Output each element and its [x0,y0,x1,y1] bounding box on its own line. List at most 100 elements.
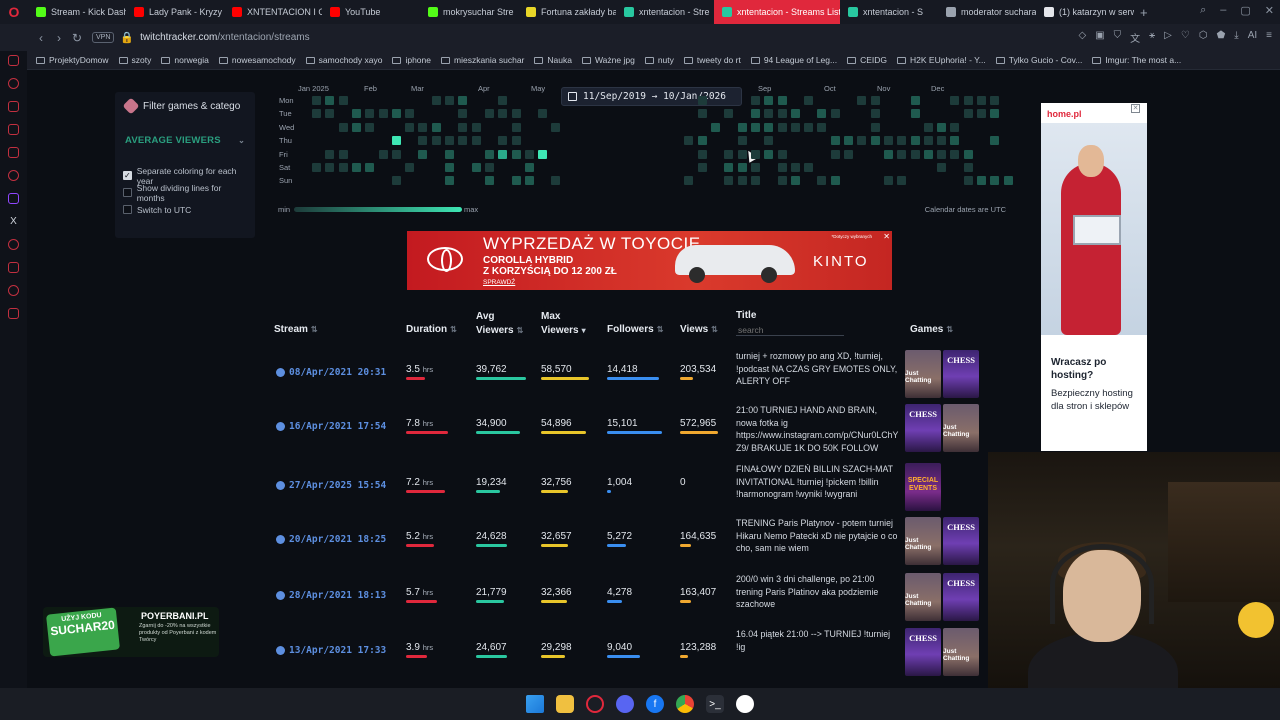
heatmap-cell[interactable] [445,136,454,146]
heatmap-cell[interactable] [750,122,760,132]
windows-start-icon[interactable] [526,695,544,713]
heatmap-cell[interactable] [777,109,787,119]
home-pl-ad[interactable]: home.pl ✕ Wracasz po hosting? Bezpieczny… [1041,103,1147,451]
heatmap-cell[interactable] [325,109,335,119]
game-thumbnail-chess[interactable]: CHESS [905,404,941,452]
obs-icon[interactable] [736,695,754,713]
heatmap-cell[interactable] [697,96,707,105]
table-row[interactable]: 27/Apr/2025 15:54 7.2 hrs 19,234 32,756 1,00… [270,463,990,517]
heatmap-cell[interactable] [511,176,521,186]
col-followers-header[interactable]: Followers ⇅ [607,324,663,335]
heatmap-cell[interactable] [471,122,481,132]
bookmark-item[interactable]: Imgur: The most a... [1092,55,1181,65]
wallet-icon[interactable]: ⬟ [1217,30,1226,45]
heatmap-cell[interactable] [338,163,348,172]
heatmap-cell[interactable] [937,136,947,146]
heatmap-cell[interactable] [484,149,494,159]
table-row[interactable]: 28/Apr/2021 18:13 5.7 hrs 21,779 32,366 4,27… [270,573,990,627]
heatmap-cell[interactable] [870,122,880,132]
heatmap-cell[interactable] [737,149,747,159]
heatmap-cell[interactable] [1003,176,1013,186]
vpn-badge[interactable]: VPN [92,32,115,43]
heart-icon[interactable]: ♡ [1181,30,1190,45]
heatmap-cell[interactable] [937,149,947,159]
heatmap-cell[interactable] [405,122,415,132]
heatmap-cell[interactable] [724,176,734,186]
heatmap-cell[interactable] [484,163,494,172]
heatmap-cell[interactable] [511,109,521,119]
heatmap-cell[interactable] [990,109,1000,119]
heatmap-cell[interactable] [312,96,321,105]
browser-tab[interactable]: XNTENTACION I O [224,0,322,24]
heatmap-cell[interactable] [684,136,694,146]
forward-button[interactable]: › [50,31,68,45]
heatmap-cell[interactable] [777,122,787,132]
sidebar-chatgpt-icon[interactable] [8,170,19,181]
heatmap-cell[interactable] [950,122,960,132]
heatmap-cell[interactable] [391,109,401,119]
game-thumbnail-chess[interactable]: CHESS [905,628,941,676]
menu-icon[interactable]: ≡ [1266,30,1272,45]
filter-games-button[interactable]: Filter games & catego [115,92,255,120]
heatmap-cell[interactable] [950,96,960,105]
heatmap-cell[interactable] [684,176,694,186]
heatmap-cell[interactable] [338,149,348,159]
sidebar-x-icon[interactable]: X [8,216,19,227]
heatmap-cell[interactable] [391,136,401,146]
heatmap-cell[interactable] [711,122,720,132]
heatmap-cell[interactable] [963,149,973,159]
heatmap-cell[interactable] [737,176,747,186]
heatmap-cell[interactable] [445,96,454,105]
heatmap-cell[interactable] [471,136,481,146]
heatmap-cell[interactable] [418,136,428,146]
browser-tab[interactable]: Lady Pank - Kryzy [126,0,224,24]
browser-tab[interactable]: xntentacion - S [840,0,938,24]
tracker-icon[interactable]: ⚹ [1149,30,1155,45]
heatmap-cell[interactable] [511,149,521,159]
heatmap-cell[interactable] [498,96,508,105]
heatmap-cell[interactable] [405,109,415,119]
heatmap-cell[interactable] [431,96,441,105]
heatmap-cell[interactable] [458,109,468,119]
ad-close-icon[interactable]: ✕ [1131,104,1140,113]
heatmap-cell[interactable] [830,109,840,119]
sidebar-player-icon[interactable] [8,124,19,135]
bookmark-item[interactable]: H2K EUphoria! - Y... [897,55,986,65]
heatmap-cell[interactable] [804,163,814,172]
ad-cta-link[interactable]: SPRAWDŹ [483,279,515,286]
reload-button[interactable]: ↻ [68,31,86,45]
heatmap-cell[interactable] [431,136,441,146]
browser-tab[interactable]: Stream - Kick Dash [28,0,126,24]
heatmap-cell[interactable] [458,96,468,105]
heatmap-cell[interactable] [937,122,947,132]
heatmap-cell[interactable] [897,176,907,186]
game-thumbnail-just[interactable]: Just Chatting [905,350,941,398]
opera-logo-icon[interactable]: O [0,0,28,24]
heatmap-cell[interactable] [777,163,787,172]
heatmap-cell[interactable] [445,163,454,172]
heatmap-cell[interactable] [777,176,787,186]
heatmap-cell[interactable] [870,109,880,119]
heatmap-cell[interactable] [378,109,388,119]
heatmap-cell[interactable] [963,96,973,105]
snapshot-icon[interactable]: ▣ [1095,30,1104,45]
heatmap-cell[interactable] [697,109,707,119]
bookmark-item[interactable]: nuty [644,55,674,65]
game-thumbnail-chess[interactable]: CHESS [943,517,979,565]
ai-icon[interactable]: AI [1248,30,1257,45]
filter-option[interactable]: ✓ Separate coloring for each year [115,166,255,186]
close-window-button[interactable]: ✕ [1265,4,1274,17]
heatmap-cell[interactable] [378,149,388,159]
heatmap-cell[interactable] [737,136,747,146]
heatmap-cell[interactable] [910,136,920,146]
bookmark-item[interactable]: norwegia [161,55,209,65]
heatmap-cell[interactable] [777,149,787,159]
heatmap-cell[interactable] [990,96,1000,105]
toyota-ad-banner[interactable]: WYPRZEDAŻ W TOYOCIE COROLLA HYBRID Z KOR… [407,231,892,290]
heatmap-cell[interactable] [790,176,800,186]
heatmap-cell[interactable] [750,176,760,186]
heatmap-cell[interactable] [365,163,375,172]
heatmap-cell[interactable] [844,149,853,159]
table-row[interactable]: 08/Apr/2021 20:31 3.5 hrs 39,762 58,570 14,4… [270,350,990,404]
heatmap-cell[interactable] [498,109,508,119]
